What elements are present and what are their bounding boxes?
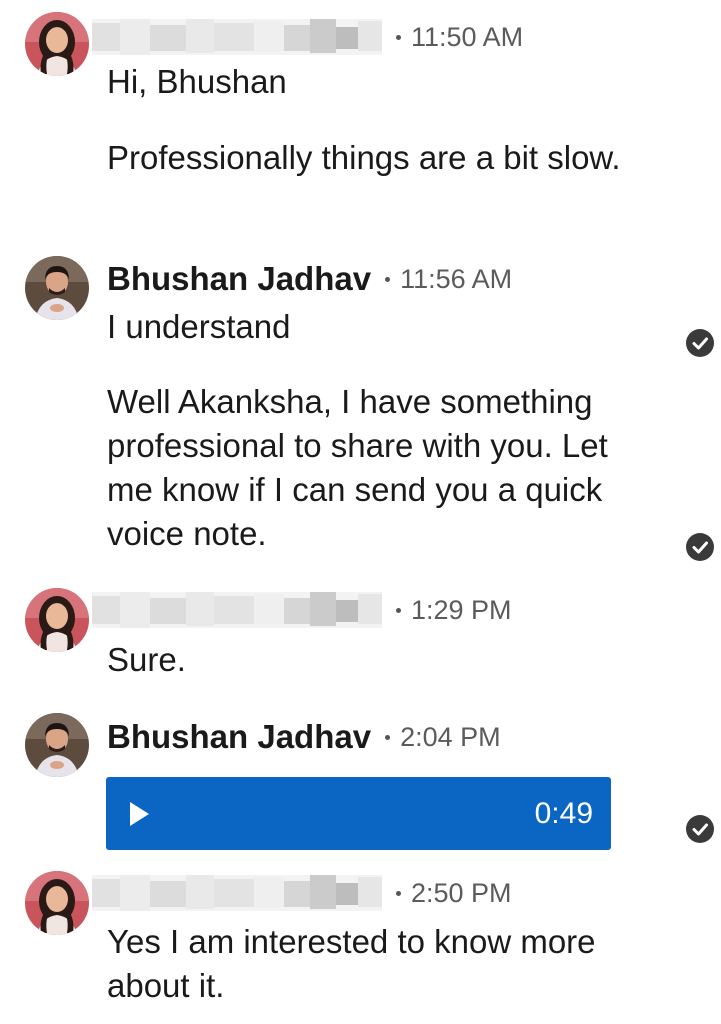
timestamp: 1:29 PM bbox=[411, 594, 512, 625]
message-text: I understand bbox=[107, 308, 291, 345]
message-header: 11:50 AM bbox=[92, 17, 523, 57]
blurred-sender-name bbox=[92, 19, 382, 55]
message-text: Professionally things are a bit slow. bbox=[107, 139, 621, 176]
message-text: Yes I am interested to know more about i… bbox=[107, 923, 596, 1004]
voice-note-player[interactable]: 0:49 bbox=[106, 777, 611, 850]
message-header: 2:50 PM bbox=[92, 873, 512, 913]
separator-dot bbox=[396, 607, 401, 613]
timestamp: 2:50 PM bbox=[411, 877, 512, 908]
message-text: Well Akanksha, I have something professi… bbox=[107, 383, 608, 552]
blurred-sender-name bbox=[92, 592, 382, 628]
separator-dot bbox=[385, 734, 391, 740]
timestamp: 2:04 PM bbox=[400, 721, 501, 752]
own-avatar[interactable] bbox=[25, 256, 89, 320]
sender-avatar[interactable] bbox=[25, 588, 89, 652]
play-icon[interactable] bbox=[130, 801, 149, 826]
voice-note-duration: 0:49 bbox=[534, 796, 593, 830]
sender-name[interactable]: Bhushan Jadhav bbox=[107, 260, 371, 298]
message-text: Hi, Bhushan bbox=[107, 63, 287, 100]
sender-name[interactable]: Bhushan Jadhav bbox=[107, 718, 371, 756]
separator-dot bbox=[385, 276, 391, 282]
check-circle-icon bbox=[686, 329, 714, 357]
own-avatar[interactable] bbox=[25, 713, 89, 777]
separator-dot bbox=[396, 34, 401, 40]
sender-avatar[interactable] bbox=[25, 871, 89, 935]
check-circle-icon bbox=[686, 533, 714, 561]
message-header: Bhushan Jadhav 2:04 PM bbox=[107, 717, 501, 757]
message-header: Bhushan Jadhav 11:56 AM bbox=[107, 259, 512, 299]
sender-avatar[interactable] bbox=[25, 12, 89, 76]
timestamp: 11:56 AM bbox=[400, 263, 513, 294]
message-text: Sure. bbox=[107, 641, 186, 678]
check-circle-icon bbox=[686, 815, 714, 843]
message-header: 1:29 PM bbox=[92, 590, 512, 630]
blurred-sender-name bbox=[92, 875, 382, 911]
timestamp: 11:50 AM bbox=[411, 21, 524, 52]
separator-dot bbox=[396, 890, 401, 896]
